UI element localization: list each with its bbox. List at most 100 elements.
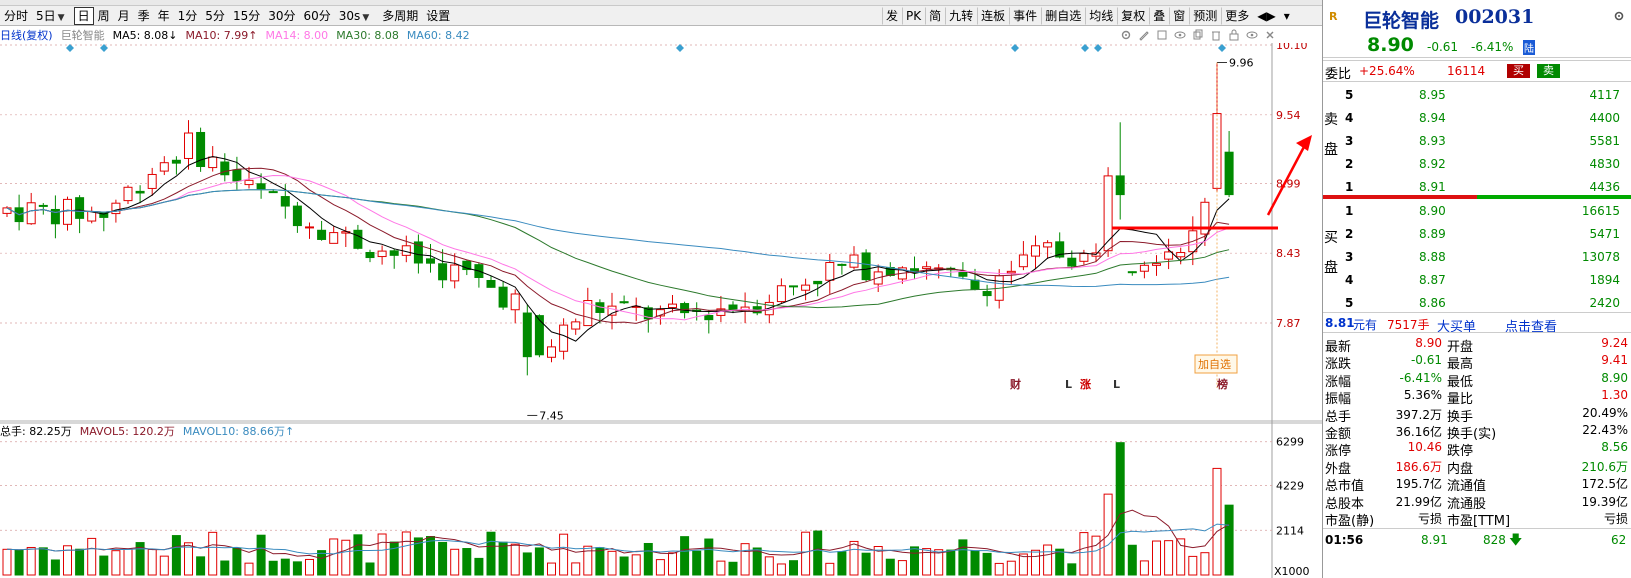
candle-body[interactable] bbox=[970, 279, 980, 290]
candle-body[interactable] bbox=[522, 312, 532, 358]
tool-button-10[interactable]: 窗 bbox=[1169, 6, 1189, 25]
candle-body[interactable] bbox=[861, 252, 871, 281]
period-tab-5[interactable]: 季 bbox=[134, 7, 154, 25]
candle-body[interactable] bbox=[135, 190, 145, 194]
trash-icon[interactable] bbox=[1210, 29, 1222, 41]
chart-mode-label[interactable]: 日线(复权) bbox=[0, 27, 53, 43]
gear-icon[interactable] bbox=[1613, 10, 1625, 22]
tool-button-7[interactable]: 均线 bbox=[1085, 6, 1117, 25]
candle-body[interactable] bbox=[450, 264, 460, 282]
candle-body[interactable] bbox=[426, 258, 435, 264]
event-diamond-icon[interactable] bbox=[1011, 44, 1019, 52]
tool-button-0[interactable]: 发 bbox=[882, 6, 902, 25]
event-diamond-icon[interactable] bbox=[676, 44, 684, 52]
candle-body[interactable] bbox=[1127, 271, 1137, 274]
eye-icon[interactable] bbox=[1246, 29, 1258, 41]
candle-body[interactable] bbox=[849, 254, 859, 268]
candle-body[interactable] bbox=[680, 303, 690, 314]
candle-body[interactable] bbox=[534, 315, 544, 356]
candle-body[interactable] bbox=[813, 280, 823, 285]
event-mark-label[interactable]: 榜 bbox=[1217, 377, 1228, 391]
candle-body[interactable] bbox=[559, 324, 569, 352]
candle-body[interactable] bbox=[486, 279, 496, 288]
candle-body[interactable] bbox=[982, 291, 992, 297]
scroll-arrows-icon[interactable]: ◀▶ bbox=[1253, 7, 1279, 25]
candle-body[interactable] bbox=[87, 211, 97, 222]
candle-body[interactable] bbox=[159, 162, 169, 172]
candle-body[interactable] bbox=[26, 202, 36, 225]
candle-body[interactable] bbox=[1224, 151, 1234, 196]
buy-button[interactable]: 买 bbox=[1507, 64, 1530, 78]
candle-body[interactable] bbox=[1043, 242, 1053, 248]
candle-body[interactable] bbox=[789, 285, 798, 288]
candle-body[interactable] bbox=[317, 229, 327, 240]
candle-body[interactable] bbox=[329, 232, 339, 244]
candle-body[interactable] bbox=[1006, 270, 1016, 274]
square-icon[interactable] bbox=[1156, 29, 1168, 41]
candle-body[interactable] bbox=[668, 303, 677, 309]
event-diamond-icon[interactable] bbox=[1218, 44, 1226, 52]
candle-body[interactable] bbox=[389, 250, 399, 256]
eye-icon[interactable] bbox=[1174, 29, 1186, 41]
candle-body[interactable] bbox=[619, 301, 629, 304]
tool-button-11[interactable]: 预测 bbox=[1189, 6, 1221, 25]
candle-body[interactable] bbox=[377, 250, 387, 258]
add-favourite-label[interactable]: 加自选 bbox=[1198, 358, 1231, 371]
period-tab-0[interactable]: 分时 bbox=[0, 7, 32, 25]
candle-body[interactable] bbox=[547, 346, 556, 358]
candle-body[interactable] bbox=[353, 229, 363, 249]
candle-body[interactable] bbox=[825, 262, 835, 281]
sell-button[interactable]: 卖 bbox=[1537, 64, 1560, 78]
candle-body[interactable] bbox=[1176, 252, 1186, 258]
tool-button-9[interactable]: 叠 bbox=[1149, 6, 1169, 25]
gear-icon[interactable] bbox=[1120, 29, 1132, 41]
candle-body[interactable] bbox=[38, 204, 48, 207]
period-tab-13[interactable]: 多周期 bbox=[378, 7, 422, 25]
candle-body[interactable] bbox=[244, 179, 254, 186]
period-tab-12[interactable]: 30s ▼ bbox=[335, 7, 378, 25]
period-tab-10[interactable]: 30分 bbox=[264, 7, 299, 25]
candle-body[interactable] bbox=[111, 202, 121, 215]
candle-body[interactable] bbox=[123, 186, 133, 202]
event-mark-label[interactable]: L bbox=[1113, 378, 1120, 391]
period-tab-14[interactable]: 设置 bbox=[422, 7, 454, 25]
event-diamond-icon[interactable] bbox=[1081, 44, 1089, 52]
candle-body[interactable] bbox=[1079, 253, 1089, 262]
event-mark-label[interactable]: 涨 bbox=[1080, 377, 1091, 391]
tool-button-2[interactable]: 简 bbox=[925, 6, 945, 25]
period-tab-1[interactable]: 5日 ▼ bbox=[32, 7, 74, 25]
period-tab-2[interactable]: 日 bbox=[73, 6, 94, 25]
candle-body[interactable] bbox=[365, 251, 375, 259]
candle-body[interactable] bbox=[1164, 251, 1174, 260]
candle-body[interactable] bbox=[184, 132, 193, 159]
period-tab-3[interactable]: 周 bbox=[94, 7, 114, 25]
candle-body[interactable] bbox=[776, 285, 786, 303]
candle-body[interactable] bbox=[2, 207, 12, 214]
candle-body[interactable] bbox=[571, 321, 581, 330]
event-mark-label[interactable]: 财 bbox=[1009, 377, 1021, 391]
candle-body[interactable] bbox=[801, 284, 811, 291]
candle-body[interactable] bbox=[1067, 257, 1077, 267]
tool-button-12[interactable]: 更多 bbox=[1221, 6, 1253, 25]
kline-chart-area[interactable]: 10.10 9.54 8.99 8.43 7.87 6299 4229 2114 X1000 9.… bbox=[0, 43, 1322, 578]
candle-body[interactable] bbox=[1139, 264, 1149, 272]
candle-body[interactable] bbox=[305, 226, 314, 229]
candle-body[interactable] bbox=[1103, 175, 1113, 252]
candle-body[interactable] bbox=[280, 196, 290, 207]
candle-body[interactable] bbox=[1152, 263, 1161, 266]
copy-icon[interactable] bbox=[1192, 29, 1204, 41]
period-tab-8[interactable]: 5分 bbox=[201, 7, 229, 25]
candle-body[interactable] bbox=[1018, 254, 1028, 268]
kline-chart-svg[interactable]: 10.10 9.54 8.99 8.43 7.87 6299 4229 2114 X1000 9.… bbox=[0, 43, 1322, 578]
period-tab-6[interactable]: 年 bbox=[154, 7, 174, 25]
candle-body[interactable] bbox=[232, 169, 242, 182]
candle-body[interactable] bbox=[498, 286, 508, 308]
candle-body[interactable] bbox=[607, 305, 617, 316]
candle-body[interactable] bbox=[510, 293, 520, 311]
tool-button-8[interactable]: 复权 bbox=[1117, 6, 1149, 25]
candle-body[interactable] bbox=[63, 198, 72, 225]
pencil-icon[interactable] bbox=[1138, 29, 1150, 41]
chevron-down-icon[interactable]: ▾ bbox=[1280, 7, 1294, 25]
candle-body[interactable] bbox=[1031, 245, 1040, 257]
period-tab-4[interactable]: 月 bbox=[114, 7, 134, 25]
